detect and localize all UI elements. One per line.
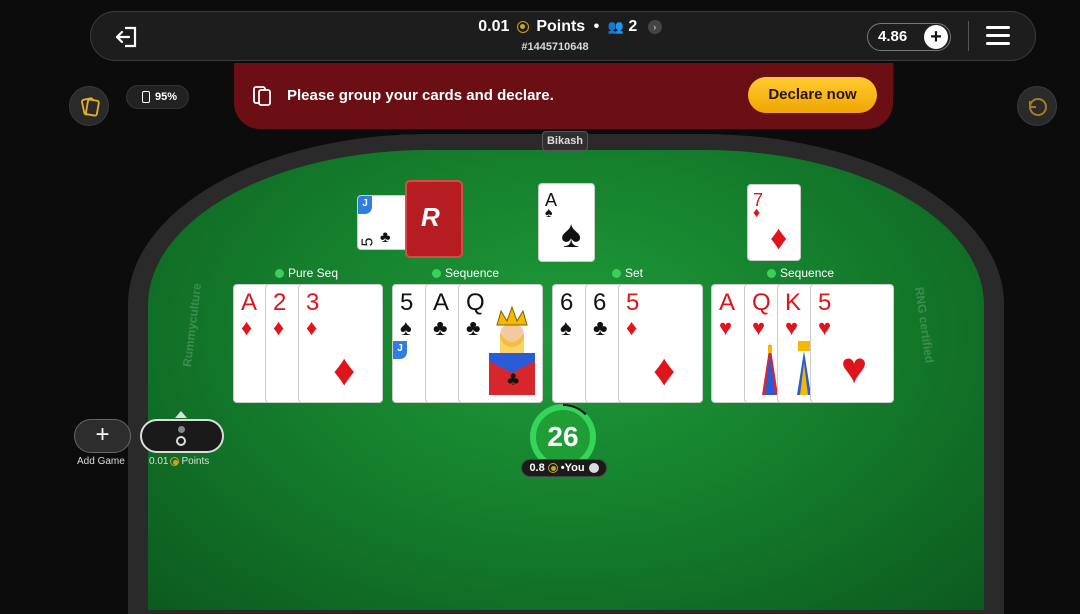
closed-deck[interactable]: R — [405, 180, 463, 258]
game-id: #1445710648 — [521, 41, 589, 53]
bullet: • — [593, 18, 600, 35]
cards-button[interactable] — [69, 86, 109, 126]
hand-card[interactable]: 5 ♥ ♥ — [810, 284, 894, 403]
info-chevron-icon[interactable]: › — [647, 20, 662, 34]
card-suit: ♦ — [273, 315, 285, 340]
card-suit: ♦ — [753, 204, 761, 220]
card-suit: ♥ — [752, 315, 766, 340]
battery-icon — [142, 91, 150, 104]
card-rank: 6 — [593, 289, 607, 316]
coin-icon — [170, 456, 180, 466]
refresh-coin-icon — [1029, 98, 1047, 116]
card-suit: ♣ — [433, 315, 448, 340]
check-icon — [612, 269, 621, 279]
cards-group-icon — [252, 85, 272, 112]
game-tab-label: 0.01 Points — [149, 456, 210, 467]
joker-badge: J — [393, 341, 407, 359]
points-label: Points — [536, 18, 586, 35]
you-label: •You — [560, 462, 585, 474]
card-suit: ♠ — [560, 315, 572, 340]
players-icon: 👥 — [607, 19, 624, 34]
card-rank: 5 — [400, 289, 414, 316]
battery-percent: 95% — [155, 91, 178, 103]
queen-face-icon: ♣ — [489, 305, 535, 395]
balance-value: 4.86 — [878, 28, 908, 45]
card-rank: Q — [466, 289, 485, 316]
battery-indicator: 95% — [126, 85, 189, 109]
card-suit: ♣ — [466, 315, 481, 340]
add-game-button[interactable]: + — [74, 419, 131, 453]
group-label-1: Pure Seq — [275, 266, 338, 280]
player-tag: 0.8 •You — [521, 459, 607, 477]
joker-card: J 5 ♣ — [357, 195, 409, 250]
table-icon — [178, 426, 185, 433]
add-cash-button[interactable]: + — [924, 25, 948, 49]
hand-card[interactable]: 3 ♦ ♦ — [298, 284, 383, 403]
card-rank: A — [433, 289, 450, 316]
game-title: 0.01 Points • 👥 2 › — [400, 18, 740, 36]
hand-card[interactable]: 5 ♦ ♦ — [618, 284, 703, 403]
open-card-1[interactable]: A ♠ ♠ — [538, 183, 595, 262]
card-rank: 6 — [560, 289, 574, 316]
card-rank: 2 — [273, 289, 287, 316]
svg-text:♣: ♣ — [506, 370, 520, 389]
player-count: 2 — [628, 18, 638, 35]
check-icon — [767, 269, 776, 279]
check-icon — [432, 269, 441, 279]
card-suit: ♠ — [400, 315, 412, 340]
card-rank: 5 — [359, 237, 377, 247]
card-suit-big: ♦ — [333, 346, 356, 395]
card-suit-big: ♦ — [653, 346, 676, 395]
card-suit-big: ♦ — [770, 219, 788, 257]
card-suit: ♦ — [626, 315, 638, 340]
rummy-logo-icon: R — [421, 202, 440, 232]
card-rank: A — [241, 289, 258, 316]
player-points: 0.8 — [529, 462, 545, 474]
card-rank: K — [785, 289, 802, 316]
divider — [968, 21, 969, 51]
group-label-4: Sequence — [767, 266, 834, 280]
card-suit: ♥ — [818, 315, 832, 340]
joker-badge: J — [358, 196, 372, 214]
card-suit-big: ♥ — [841, 344, 868, 393]
exit-icon[interactable] — [113, 23, 141, 51]
active-game-tab[interactable] — [140, 419, 224, 453]
cards-icon — [81, 97, 100, 117]
card-suit: ♣ — [380, 229, 391, 246]
card-rank: 5 — [818, 289, 832, 316]
tab-pointer-icon — [175, 411, 187, 418]
card-suit: ♦ — [306, 315, 318, 340]
coin-icon — [516, 21, 529, 33]
group-label-2: Sequence — [432, 266, 499, 280]
card-suit: ♥ — [785, 315, 799, 340]
card-rank: 5 — [626, 289, 640, 316]
card-rank: A — [719, 289, 736, 316]
info-icon — [588, 463, 599, 474]
card-suit: ♣ — [593, 315, 608, 340]
card-suit-big: ♠ — [561, 214, 582, 256]
declare-now-button[interactable]: Declare now — [748, 77, 877, 113]
check-icon — [275, 269, 284, 279]
add-game-label: Add Game — [77, 456, 125, 467]
seat-icon — [176, 436, 186, 446]
coin-icon — [547, 463, 558, 474]
stake-value: 0.01 — [478, 18, 510, 35]
hand-card[interactable]: Q ♣ ♣ — [458, 284, 543, 403]
card-rank: Q — [752, 289, 771, 316]
rejoin-button[interactable] — [1017, 86, 1057, 126]
card-rank: 3 — [306, 289, 320, 316]
card-suit: ♦ — [241, 315, 253, 340]
menu-icon[interactable] — [986, 26, 1010, 48]
banner-message: Please group your cards and declare. — [287, 87, 554, 104]
card-suit: ♥ — [719, 315, 733, 340]
group-label-3: Set — [612, 266, 643, 280]
opponent-name: Bikash — [542, 131, 588, 151]
card-suit: ♠ — [545, 204, 553, 220]
open-card-2[interactable]: 7 ♦ ♦ — [747, 184, 801, 261]
